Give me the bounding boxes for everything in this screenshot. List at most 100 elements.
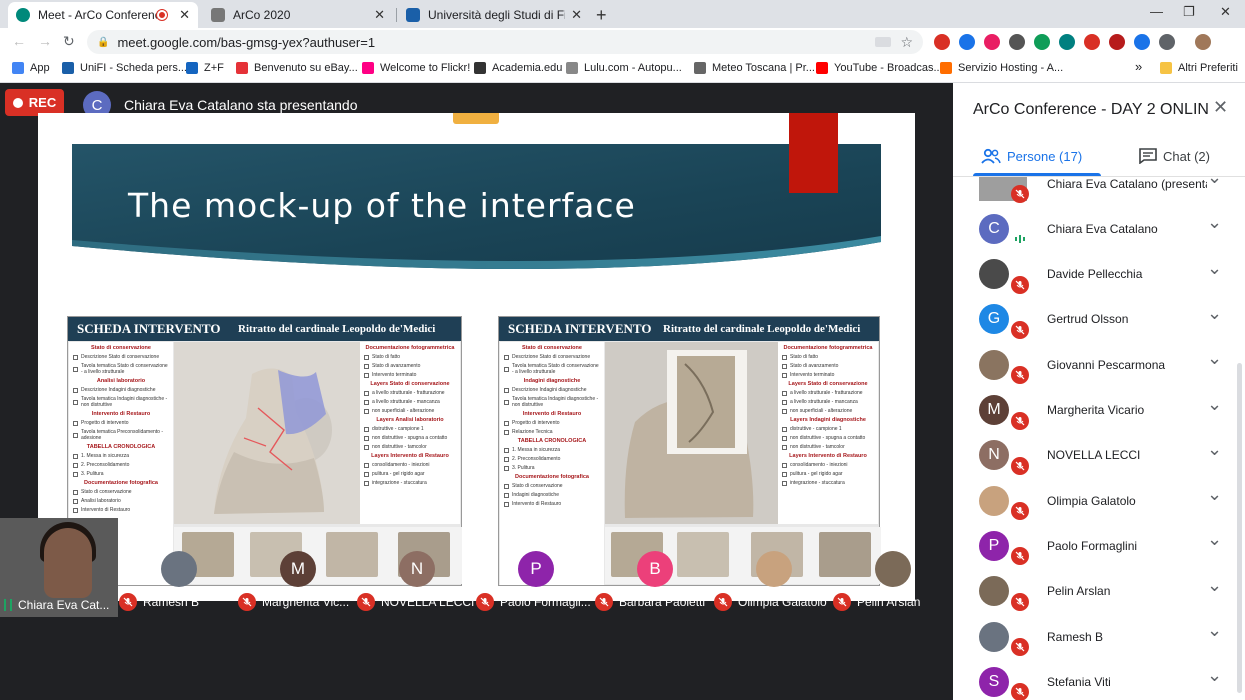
camera-indicator-icon[interactable] [875, 37, 891, 47]
panel-checkbox-row[interactable]: Tavola tematica Preconsolidamento - ades… [73, 429, 169, 441]
panel-checkbox-row[interactable]: Stato di conservazione [73, 489, 169, 495]
panel-checkbox-row[interactable]: 2. Preconsolidamento [73, 462, 169, 468]
checkbox[interactable] [504, 501, 509, 507]
chevron-down-icon[interactable]: ⌄ [1207, 575, 1222, 596]
tab-chat[interactable]: Chat (2) [1139, 139, 1210, 173]
checkbox[interactable] [364, 363, 369, 369]
chevron-down-icon[interactable]: ⌄ [1207, 439, 1222, 460]
panel-checkbox-row[interactable]: Descrizione Indagini diagnostiche [73, 387, 169, 393]
tab-meet[interactable]: Meet - ArCo Conference - DA ✕ [8, 2, 198, 28]
panel-checkbox-row[interactable]: Stato di conservazione [504, 483, 600, 489]
panel-checkbox-row[interactable]: pulitura - gel rigido agar [782, 471, 874, 477]
panel-checkbox-row[interactable]: pulitura - gel rigido agar [364, 471, 456, 477]
close-tab-icon[interactable]: ✕ [571, 7, 582, 23]
extension-icon[interactable] [1059, 34, 1075, 50]
other-bookmarks[interactable]: Altri Preferiti [1160, 62, 1238, 74]
chevron-down-icon[interactable]: ⌄ [1207, 177, 1222, 188]
checkbox[interactable] [364, 390, 369, 396]
checkbox[interactable] [364, 462, 369, 468]
participant-tile[interactable]: P Paolo Formagli... [476, 518, 595, 617]
person-row[interactable]: G Gertrud Olsson ⌄ [953, 297, 1233, 342]
panel-checkbox-row[interactable]: a livello strutturale - mancanza [364, 399, 456, 405]
panel-checkbox-row[interactable]: Tavola tematica Stato di conservazione -… [504, 363, 600, 375]
checkbox[interactable] [504, 387, 509, 393]
panel-checkbox-row[interactable]: 3. Pulitura [504, 465, 600, 471]
extension-icon[interactable] [1134, 34, 1150, 50]
panel-checkbox-row[interactable]: Analisi laboratorio [73, 498, 169, 504]
panel-checkbox-row[interactable]: non superficiali - alterazione [782, 408, 874, 414]
checkbox[interactable] [782, 471, 787, 477]
bookmark-hosting[interactable]: Servizio Hosting - A... [940, 62, 1063, 74]
panel-checkbox-row[interactable]: Stato di fatto [782, 354, 874, 360]
checkbox[interactable] [782, 363, 787, 369]
checkbox[interactable] [73, 399, 78, 405]
reload-icon[interactable]: ↻ [63, 33, 75, 50]
panel-checkbox-row[interactable]: Stato di avanzamento [364, 363, 456, 369]
panel-checkbox-row[interactable]: integrazione - stuccatura [364, 480, 456, 486]
checkbox[interactable] [782, 408, 787, 414]
participant-tile[interactable]: N NOVELLA LECCI [357, 518, 476, 617]
chevron-down-icon[interactable]: ⌄ [1207, 212, 1222, 233]
checkbox[interactable] [782, 372, 787, 378]
people-list-scrollbar[interactable] [1237, 363, 1242, 693]
bookmark-youtube[interactable]: YouTube - Broadcas... [816, 62, 943, 74]
panel-checkbox-row[interactable]: Stato di fatto [364, 354, 456, 360]
chevron-down-icon[interactable]: ⌄ [1207, 665, 1222, 686]
person-row[interactable]: Pelin Arslan ⌄ [953, 569, 1233, 614]
panel-checkbox-row[interactable]: distruttive - campione 1 [782, 426, 874, 432]
checkbox[interactable] [364, 435, 369, 441]
panel-checkbox-row[interactable]: Descrizione Stato di conservazione [73, 354, 169, 360]
panel-checkbox-row[interactable]: 1. Messa in sicurezza [504, 447, 600, 453]
chevron-down-icon[interactable]: ⌄ [1207, 484, 1222, 505]
panel-checkbox-row[interactable]: consolidamento - iniezioni [782, 462, 874, 468]
checkbox[interactable] [504, 420, 509, 426]
checkbox[interactable] [782, 480, 787, 486]
extension-icon[interactable] [984, 34, 1000, 50]
person-row[interactable]: Giovanni Pescarmona ⌄ [953, 342, 1233, 387]
panel-checkbox-row[interactable]: Descrizione Stato di conservazione [504, 354, 600, 360]
checkbox[interactable] [504, 354, 509, 360]
checkbox[interactable] [73, 432, 78, 438]
person-row[interactable]: Ramesh B ⌄ [953, 614, 1233, 659]
checkbox[interactable] [73, 471, 78, 477]
panel-checkbox-row[interactable]: consolidamento - iniezioni [364, 462, 456, 468]
checkbox[interactable] [73, 387, 78, 393]
bookmark-unifi[interactable]: UniFI - Scheda pers... [62, 62, 187, 74]
minimize-icon[interactable]: — [1150, 4, 1163, 19]
checkbox[interactable] [364, 444, 369, 450]
checkbox[interactable] [364, 372, 369, 378]
panel-checkbox-row[interactable]: 2. Preconsolidamento [504, 456, 600, 462]
bookmark-lulu[interactable]: Lulu.com - Autopu... [566, 62, 682, 74]
panel-checkbox-row[interactable]: a livello strutturale - fratturazione [782, 390, 874, 396]
panel-checkbox-row[interactable]: Tavola tematica Indagini diagnostiche - … [73, 396, 169, 408]
panel-checkbox-row[interactable]: Intervento di Restauro [73, 507, 169, 513]
checkbox[interactable] [73, 354, 78, 360]
checkbox[interactable] [73, 498, 78, 504]
close-panel-icon[interactable]: ✕ [1213, 97, 1228, 118]
bookmark-meteo[interactable]: Meteo Toscana | Pr... [694, 62, 815, 74]
panel-checkbox-row[interactable]: Stato di avanzamento [782, 363, 874, 369]
participant-tile[interactable]: M Margherita Vic... [238, 518, 357, 617]
chevron-down-icon[interactable]: ⌄ [1207, 529, 1222, 550]
back-icon[interactable]: ← [12, 33, 26, 49]
checkbox[interactable] [504, 483, 509, 489]
panel-checkbox-row[interactable]: a livello strutturale - mancanza [782, 399, 874, 405]
bookmark-zf[interactable]: Z+F [186, 62, 224, 74]
checkbox[interactable] [364, 480, 369, 486]
panel-checkbox-row[interactable]: Relazione Tecnica [504, 429, 600, 435]
checkbox[interactable] [504, 492, 509, 498]
participant-tile[interactable]: Ramesh B [119, 518, 238, 617]
checkbox[interactable] [73, 453, 78, 459]
checkbox[interactable] [504, 366, 509, 372]
checkbox[interactable] [504, 465, 509, 471]
person-row[interactable]: P Paolo Formaglini ⌄ [953, 523, 1233, 568]
bookmark-ebay[interactable]: Benvenuto su eBay... [236, 62, 358, 74]
panel-checkbox-row[interactable]: Descrizione Indagini diagnostiche [504, 387, 600, 393]
checkbox[interactable] [364, 426, 369, 432]
panel-checkbox-row[interactable]: non distruttive - spugna a contatto [364, 435, 456, 441]
panel-checkbox-row[interactable]: non distruttive - spugna a contatto [782, 435, 874, 441]
close-window-icon[interactable]: ✕ [1220, 4, 1231, 20]
chevron-down-icon[interactable]: ⌄ [1207, 303, 1222, 324]
person-row[interactable]: Olimpia Galatolo ⌄ [953, 478, 1233, 523]
panel-checkbox-row[interactable]: Intervento terminato [782, 372, 874, 378]
